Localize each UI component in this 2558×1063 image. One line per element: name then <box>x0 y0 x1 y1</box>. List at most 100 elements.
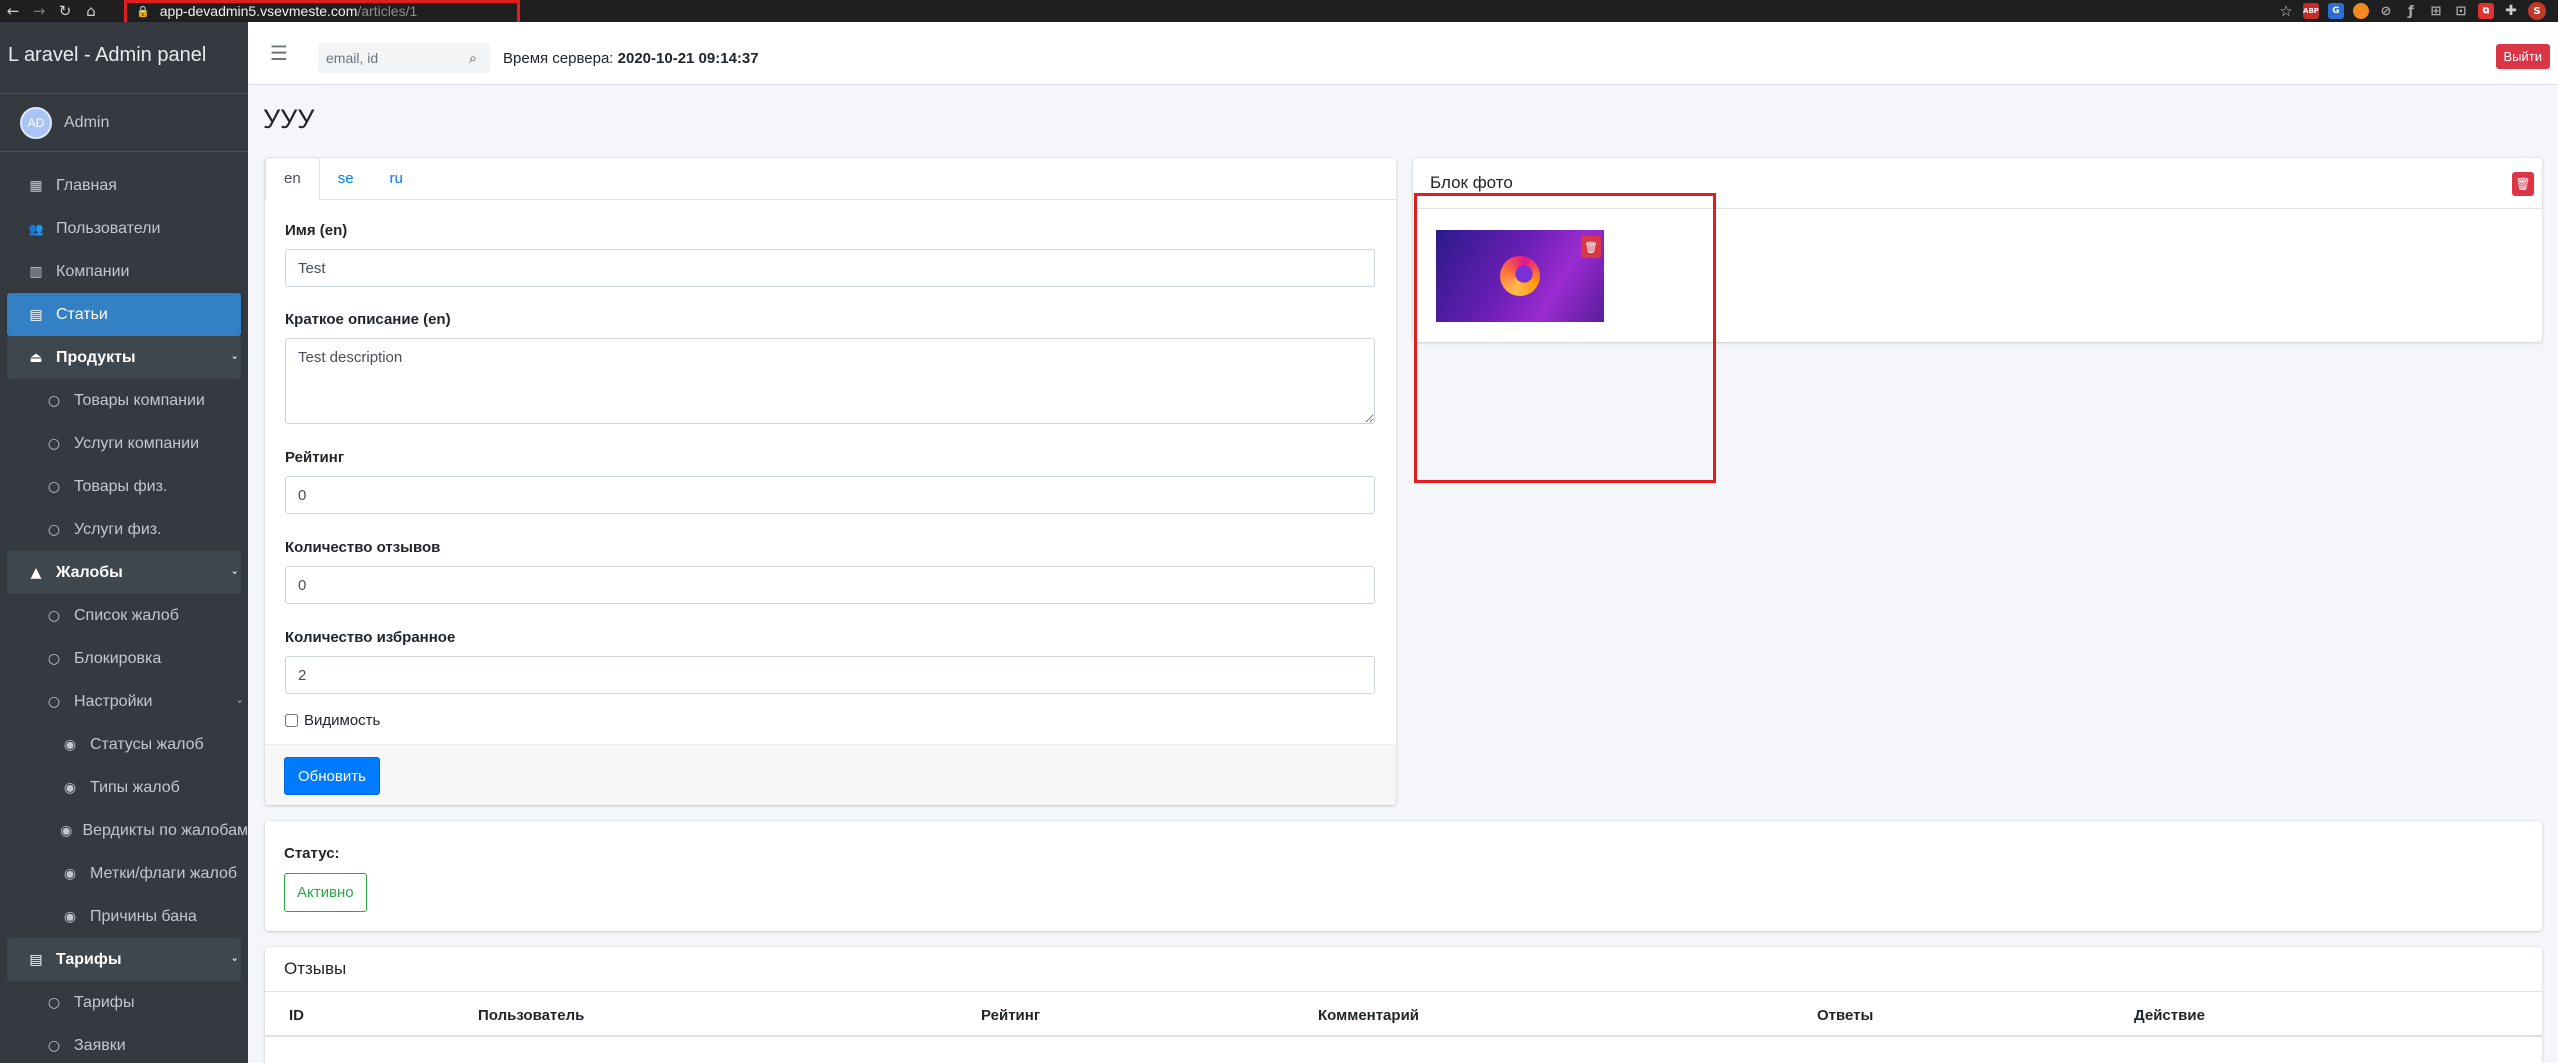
page-title: УУУ <box>263 104 315 134</box>
sidebar-item-label: Заявки <box>74 1036 126 1054</box>
description-textarea[interactable]: Test description <box>285 338 1375 424</box>
reviews-table-header: ID Пользователь Рейтинг Комментарий Отве… <box>265 993 2542 1037</box>
reviews-count-label: Количество отзывов <box>285 539 441 556</box>
sidebar-item-tariffs-group[interactable]: ▤ Тарифы ‹ <box>7 938 241 981</box>
dot-circle-icon: ◉ <box>63 865 77 882</box>
sidebar-item-articles[interactable]: ▤ Статьи <box>7 293 241 336</box>
sidebar-item-complaint-verdicts[interactable]: ◉ Вердикты по жалобам <box>0 809 248 852</box>
circle-icon: ○ <box>47 1037 61 1054</box>
sidebar-item-products[interactable]: ⏏ Продукты ‹ <box>7 336 241 379</box>
products-icon: ⏏ <box>29 349 43 366</box>
newspaper-icon: ▤ <box>29 306 43 323</box>
sidebar-item-users[interactable]: 👥 Пользователи <box>0 207 248 250</box>
sidebar-item-label: Услуги компании <box>74 434 199 452</box>
circle-icon: ○ <box>47 994 61 1011</box>
sidebar-item-label: Услуги физ. <box>74 520 162 538</box>
circle-icon: ○ <box>47 392 61 409</box>
tab-se[interactable]: se <box>320 157 372 199</box>
sidebar-item-home[interactable]: ▦ Главная <box>0 164 248 207</box>
trash-icon[interactable]: 🗑 <box>1581 236 1601 258</box>
chevron-down-icon: ‹ <box>229 957 241 962</box>
lock-icon: 🔒 <box>136 5 150 18</box>
reviews-card: Отзывы ID Пользователь Рейтинг Комментар… <box>265 947 2542 1063</box>
red-extension-icon[interactable]: ⧉ <box>2478 3 2494 19</box>
reviews-count-input[interactable]: 0 <box>285 566 1375 604</box>
photo-block-card: Блок фото 🗑 🗑 <box>1413 158 2542 342</box>
column-header-action[interactable]: Действие <box>2134 1007 2205 1024</box>
adblock-icon[interactable]: ABP <box>2303 3 2319 19</box>
sidebar-item-label: Статьи <box>56 305 108 323</box>
font-extension-icon[interactable]: ƒ <box>2403 3 2419 19</box>
sidebar-item-ban-reasons[interactable]: ◉ Причины бана <box>0 895 248 938</box>
sidebar-item-label: Продукты <box>56 348 136 366</box>
sidebar-item-label: Тарифы <box>74 993 135 1011</box>
user-panel[interactable]: AD Admin <box>0 94 248 152</box>
home-icon[interactable]: ⌂ <box>78 0 104 22</box>
visibility-row: Видимость <box>285 712 1376 729</box>
orange-extension-icon[interactable] <box>2353 3 2369 19</box>
sidebar-item-individual-goods[interactable]: ○ Товары физ. <box>0 465 248 508</box>
sidebar-item-label: Вердикты по жалобам <box>82 821 248 839</box>
sidebar-item-companies[interactable]: ▥ Компании <box>0 250 248 293</box>
description-group: Краткое описание (en) Test description <box>285 311 1376 424</box>
sidebar-item-settings[interactable]: ○ Настройки ‹ <box>0 680 248 723</box>
name-input[interactable]: Test <box>285 249 1375 287</box>
sidebar-item-complaint-list[interactable]: ○ Список жалоб <box>0 594 248 637</box>
photo-thumbnail[interactable]: 🗑 <box>1436 230 1604 322</box>
search-icon[interactable]: ⌕ <box>458 49 488 67</box>
complaints-icon: ▲ <box>30 564 42 581</box>
translate-icon[interactable]: G <box>2328 3 2344 19</box>
visibility-checkbox[interactable] <box>285 714 298 727</box>
sidebar-item-label: Товары физ. <box>74 477 168 495</box>
extensions-puzzle-icon[interactable]: ✚ <box>2503 3 2519 19</box>
dot-circle-icon: ◉ <box>63 908 77 925</box>
forward-arrow-icon[interactable]: → <box>26 0 52 22</box>
reload-icon[interactable]: ↻ <box>52 0 78 22</box>
sidebar-item-label: Метки/флаги жалоб <box>90 864 238 882</box>
address-bar[interactable]: 🔒 app-devadmin5.vsevmeste.com/articles/1 <box>136 1 417 21</box>
back-arrow-icon[interactable]: ← <box>0 0 26 22</box>
visibility-label: Видимость <box>304 712 381 729</box>
column-header-user[interactable]: Пользователь <box>478 1007 584 1024</box>
star-icon[interactable]: ☆ <box>2278 2 2294 20</box>
url-host: app-devadmin5.vsevmeste.com <box>159 3 358 19</box>
column-header-replies[interactable]: Ответы <box>1817 1007 1873 1024</box>
sidebar-item-complaint-statuses[interactable]: ◉ Статусы жалоб <box>0 723 248 766</box>
column-header-comment[interactable]: Комментарий <box>1318 1007 1419 1024</box>
crop-extension-icon[interactable]: ⊡ <box>2453 3 2469 19</box>
sidebar-item-complaint-types[interactable]: ◉ Типы жалоб <box>0 766 248 809</box>
sidebar-item-blocking[interactable]: ○ Блокировка <box>0 637 248 680</box>
search-input[interactable] <box>318 44 458 72</box>
sidebar-item-complaints[interactable]: ▲ Жалобы ‹ <box>7 551 241 594</box>
update-button[interactable]: Обновить <box>284 757 380 795</box>
sidebar-item-requests[interactable]: ○ Заявки <box>0 1024 248 1063</box>
sidebar-item-company-services[interactable]: ○ Услуги компании <box>0 422 248 465</box>
browser-toolbar: ← → ↻ ⌂ 🔒 app-devadmin5.vsevmeste.com/ar… <box>0 0 2558 22</box>
profile-avatar[interactable]: S <box>2528 2 2546 20</box>
sidebar-item-tariffs[interactable]: ○ Тарифы <box>0 981 248 1024</box>
url-path: /articles/1 <box>357 3 418 19</box>
status-badge[interactable]: Активно <box>284 873 367 912</box>
column-header-rating[interactable]: Рейтинг <box>981 1007 1040 1024</box>
favorites-input[interactable]: 2 <box>285 656 1375 694</box>
column-header-id[interactable]: ID <box>289 1007 304 1024</box>
menu-toggle-icon[interactable]: ☰ <box>270 41 288 65</box>
tab-ru[interactable]: ru <box>372 157 421 199</box>
tab-en[interactable]: en <box>265 157 320 200</box>
trash-icon[interactable]: 🗑 <box>2512 172 2534 196</box>
chevron-down-icon: ‹ <box>229 570 241 575</box>
form-footer: Обновить <box>265 744 1396 805</box>
sidebar-item-individual-services[interactable]: ○ Услуги физ. <box>0 508 248 551</box>
sidebar-item-label: Настройки <box>74 692 153 710</box>
link-extension-icon[interactable]: ⊘ <box>2378 3 2394 19</box>
circle-icon: ○ <box>47 607 61 624</box>
status-label: Статус: <box>284 845 340 862</box>
sidebar-item-company-goods[interactable]: ○ Товары компании <box>0 379 248 422</box>
dot-circle-icon: ◉ <box>60 822 73 839</box>
logout-button[interactable]: Выйти <box>2495 44 2550 69</box>
sidebar-item-complaint-flags[interactable]: ◉ Метки/флаги жалоб <box>0 852 248 895</box>
rating-input[interactable]: 0 <box>285 476 1375 514</box>
brand-title[interactable]: L aravel - Admin panel <box>0 22 248 94</box>
name-label: Имя (en) <box>285 222 348 239</box>
scissors-extension-icon[interactable]: ⊞ <box>2428 3 2444 19</box>
